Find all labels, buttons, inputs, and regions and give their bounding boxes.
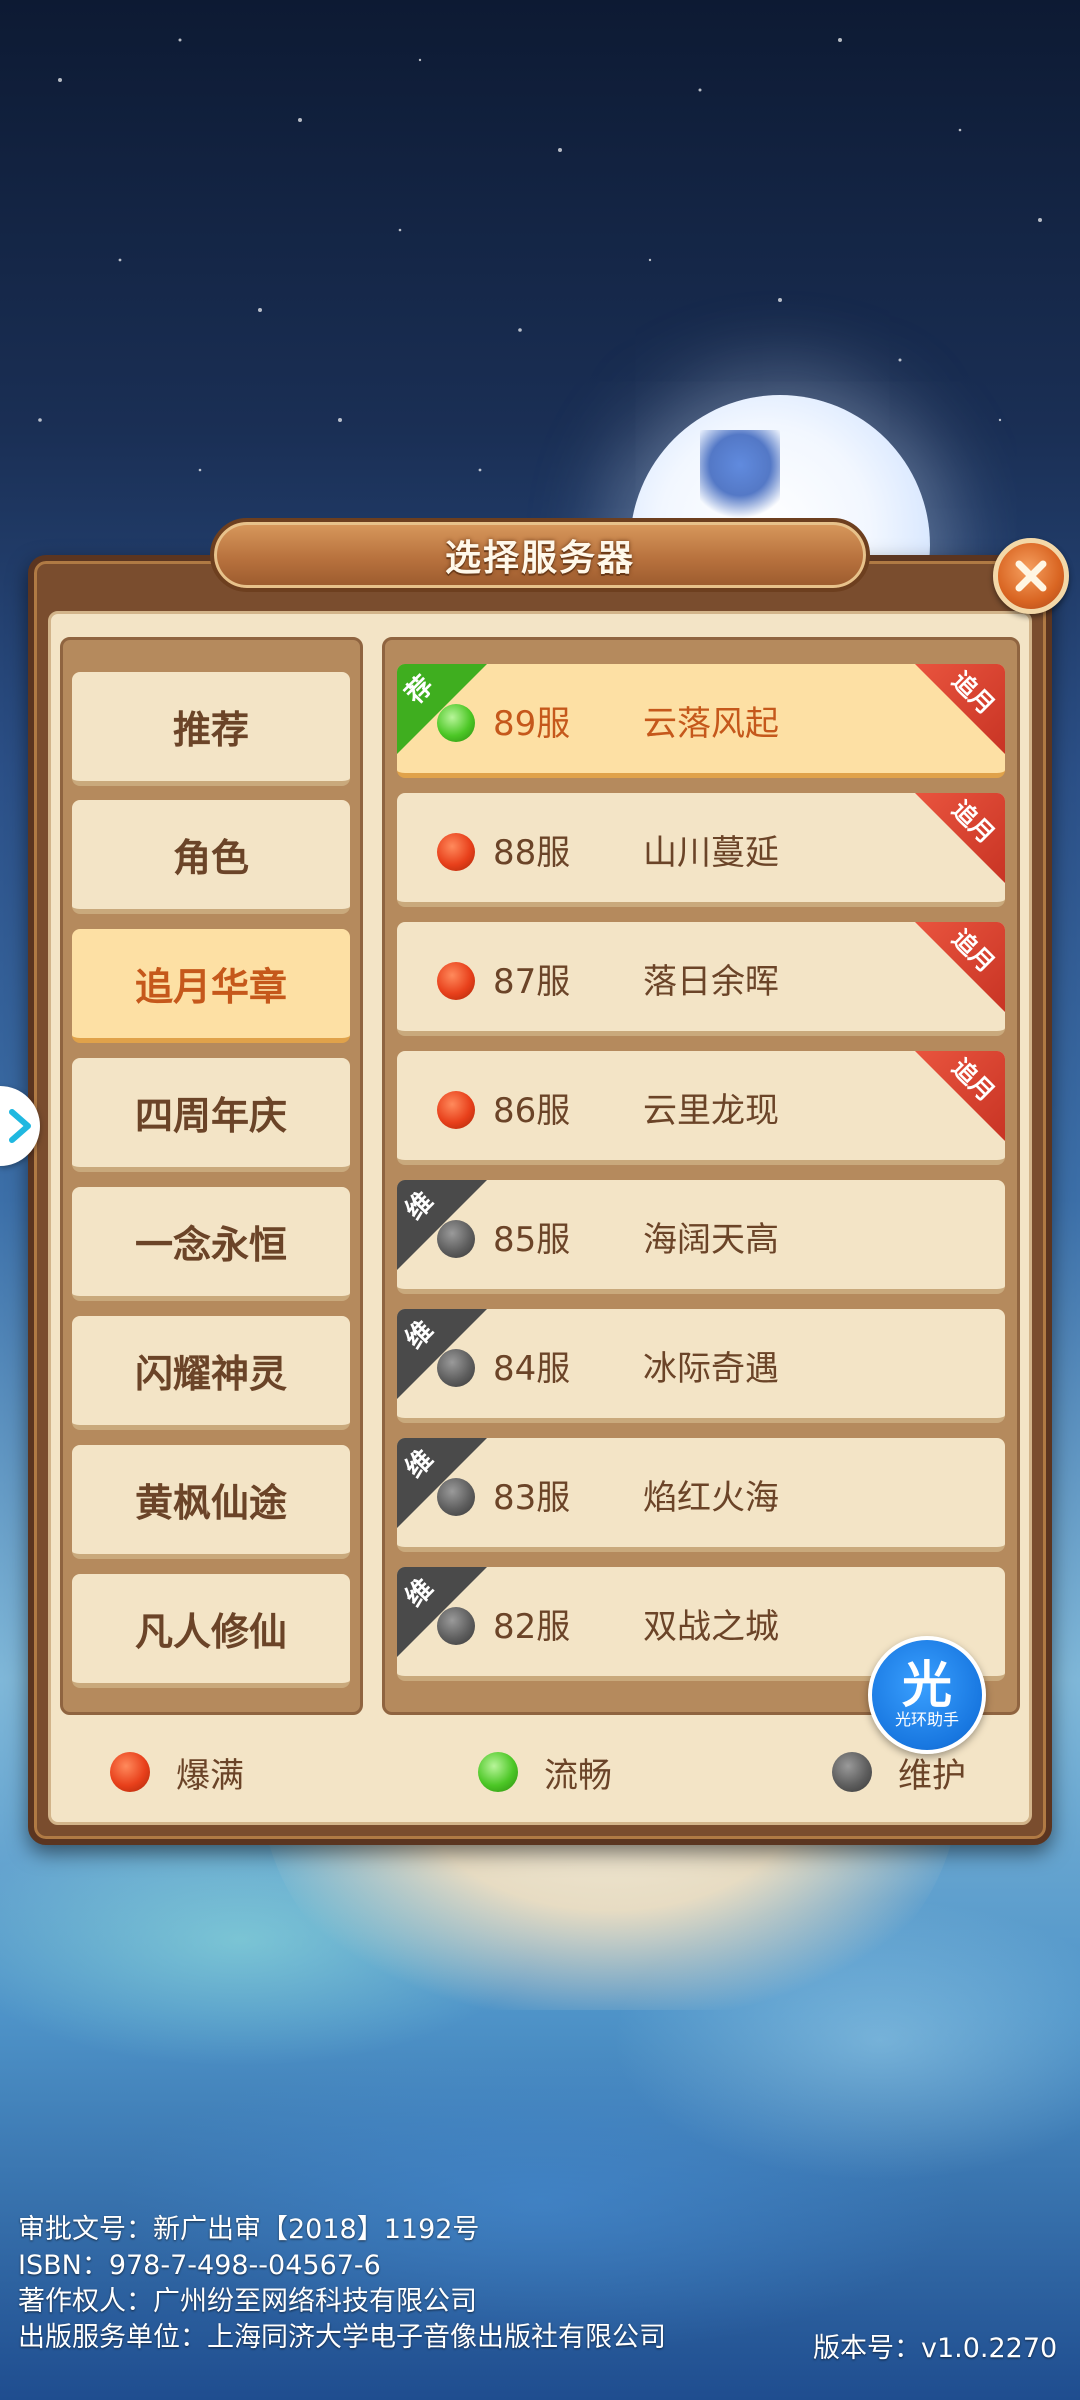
red-status-icon bbox=[437, 833, 475, 871]
server-name: 海阔天高 bbox=[643, 1220, 779, 1260]
legend-maintenance-label: 维护 bbox=[898, 1755, 966, 1796]
server-number: 82服 bbox=[493, 1607, 571, 1647]
server-row[interactable]: 荐 89服 云落风起 追月 bbox=[397, 664, 1005, 778]
server-number: 83服 bbox=[493, 1478, 571, 1518]
category-tab[interactable]: 闪耀神灵 bbox=[72, 1316, 350, 1430]
close-icon bbox=[1015, 560, 1047, 592]
red-status-icon bbox=[437, 962, 475, 1000]
category-tab[interactable]: 推荐 bbox=[72, 672, 350, 786]
approval-number: 审批文号：新广出审【2018】1192号 bbox=[18, 2214, 480, 2245]
corner-tag-label: 荐 bbox=[399, 670, 440, 711]
event-ribbon: 追月 bbox=[915, 664, 1005, 754]
category-tab[interactable]: 追月华章 bbox=[72, 929, 350, 1043]
red-status-icon bbox=[437, 1091, 475, 1129]
server-row[interactable]: 维 84服 冰际奇遇 bbox=[397, 1309, 1005, 1423]
server-name: 云里龙现 bbox=[643, 1091, 779, 1131]
server-number: 87服 bbox=[493, 962, 571, 1002]
gray-status-icon bbox=[437, 1478, 475, 1516]
copyright-holder: 著作权人：广州纷至网络科技有限公司 bbox=[18, 2286, 477, 2317]
server-row[interactable]: 87服 落日余晖 追月 bbox=[397, 922, 1005, 1036]
isbn: ISBN：978-7-498--04567-6 bbox=[18, 2250, 381, 2281]
halo-assistant-button[interactable]: 光 光环助手 bbox=[868, 1636, 986, 1754]
gray-status-icon bbox=[832, 1752, 872, 1792]
dialog-title-plate: 选择服务器 bbox=[210, 518, 870, 592]
category-tab[interactable]: 凡人修仙 bbox=[72, 1574, 350, 1688]
server-row[interactable]: 88服 山川蔓延 追月 bbox=[397, 793, 1005, 907]
server-row[interactable]: 86服 云里龙现 追月 bbox=[397, 1051, 1005, 1165]
server-name: 双战之城 bbox=[643, 1607, 779, 1647]
gray-status-icon bbox=[437, 1349, 475, 1387]
server-number: 88服 bbox=[493, 833, 571, 873]
event-ribbon: 追月 bbox=[915, 793, 1005, 883]
event-ribbon-label: 追月 bbox=[946, 924, 1001, 979]
helper-icon-text: 光 bbox=[902, 1656, 952, 1714]
close-button[interactable] bbox=[993, 538, 1069, 614]
category-tab[interactable]: 角色 bbox=[72, 800, 350, 914]
green-status-icon bbox=[437, 704, 475, 742]
event-ribbon-label: 追月 bbox=[946, 666, 1001, 721]
server-row[interactable]: 维 83服 焰红火海 bbox=[397, 1438, 1005, 1552]
legend-full: 爆满 bbox=[110, 1750, 244, 1796]
moon-ornament bbox=[700, 430, 780, 530]
event-ribbon: 追月 bbox=[915, 1051, 1005, 1141]
server-number: 89服 bbox=[493, 704, 571, 744]
server-name: 云落风起 bbox=[643, 704, 779, 744]
server-number: 86服 bbox=[493, 1091, 571, 1131]
version-label: 版本号：v1.0.2270 bbox=[813, 2333, 1058, 2364]
legend-maintenance: 维护 bbox=[832, 1750, 966, 1796]
helper-label: 光环助手 bbox=[894, 1710, 959, 1729]
gray-status-icon bbox=[437, 1607, 475, 1645]
corner-tag-label: 维 bbox=[399, 1315, 440, 1356]
server-name: 焰红火海 bbox=[643, 1478, 779, 1518]
legend-smooth: 流畅 bbox=[478, 1750, 612, 1796]
server-name: 落日余晖 bbox=[643, 962, 779, 1002]
corner-tag-label: 维 bbox=[399, 1444, 440, 1485]
corner-tag-label: 维 bbox=[399, 1186, 440, 1227]
event-ribbon-label: 追月 bbox=[946, 795, 1001, 850]
dialog-title: 选择服务器 bbox=[444, 538, 635, 579]
server-number: 85服 bbox=[493, 1220, 571, 1260]
red-status-icon bbox=[110, 1752, 150, 1792]
server-number: 84服 bbox=[493, 1349, 571, 1389]
category-tab[interactable]: 黄枫仙途 bbox=[72, 1445, 350, 1559]
chevron-right-icon bbox=[9, 1109, 31, 1143]
category-tab[interactable]: 一念永恒 bbox=[72, 1187, 350, 1301]
event-ribbon: 追月 bbox=[915, 922, 1005, 1012]
gray-status-icon bbox=[437, 1220, 475, 1258]
server-name: 山川蔓延 bbox=[643, 833, 779, 873]
corner-tag-label: 维 bbox=[399, 1573, 440, 1614]
legend-smooth-label: 流畅 bbox=[544, 1755, 612, 1796]
category-tab[interactable]: 四周年庆 bbox=[72, 1058, 350, 1172]
legend-full-label: 爆满 bbox=[176, 1755, 244, 1796]
green-status-icon bbox=[478, 1752, 518, 1792]
server-name: 冰际奇遇 bbox=[643, 1349, 779, 1389]
server-row[interactable]: 维 85服 海阔天高 bbox=[397, 1180, 1005, 1294]
event-ribbon-label: 追月 bbox=[946, 1053, 1001, 1108]
